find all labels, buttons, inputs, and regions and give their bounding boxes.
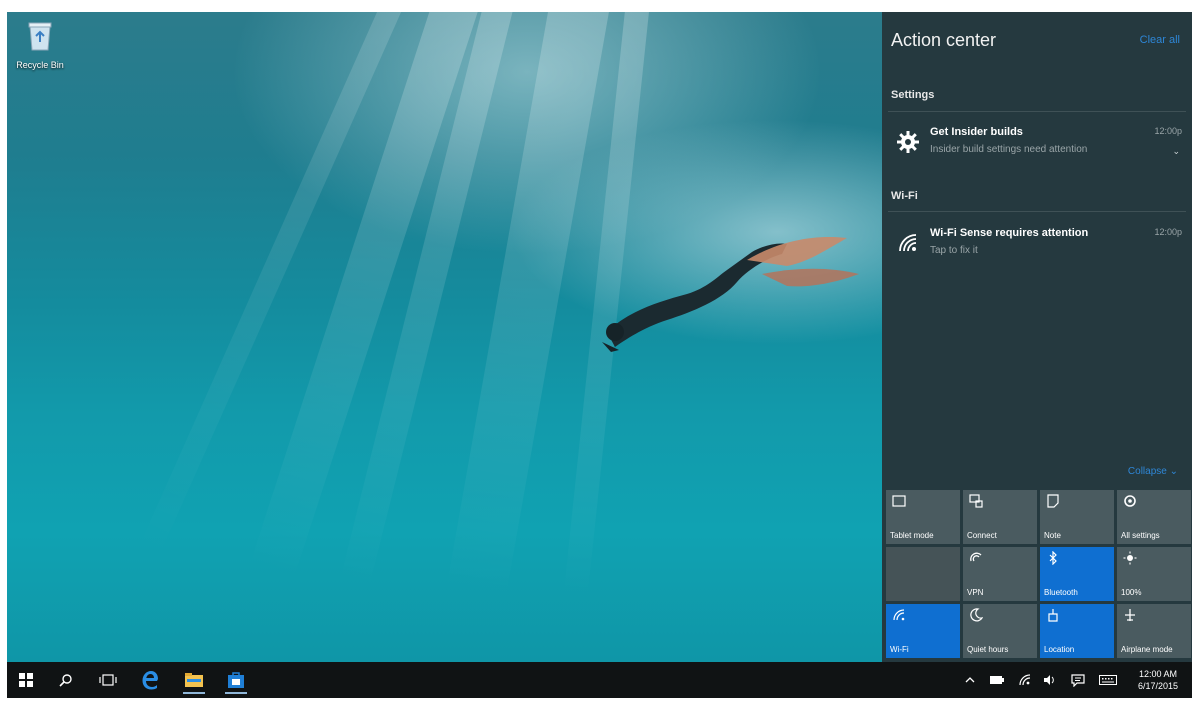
tile-label: Tablet mode [890,531,934,540]
volume-icon [1044,675,1054,685]
wifi-icon [893,609,905,621]
tile-label: 100% [1121,588,1142,597]
clock-time: 12:00 AM [1138,669,1177,679]
chevron-down-icon[interactable]: ⌄ [1172,146,1180,157]
location-icon [1048,609,1058,622]
vpn-icon [970,552,982,562]
brightness-icon [1123,551,1137,565]
touch-keyboard-button[interactable] [1097,671,1119,689]
note-icon [1047,494,1059,508]
tile-connect[interactable]: Connect [963,490,1037,544]
search-button[interactable] [51,666,81,694]
search-icon [59,674,72,687]
tile-label: All settings [1121,531,1160,540]
tile-label: Connect [967,531,997,540]
tile-tablet-mode[interactable]: Tablet mode [886,490,960,544]
tile-vpn[interactable]: VPN [963,547,1037,601]
airplane-icon [1125,609,1135,621]
notification-time: 12:00p [1154,227,1182,237]
battery-icon [990,676,1004,684]
connect-icon [969,494,983,508]
notification-time: 12:00p [1154,126,1182,136]
desktop-wallpaper[interactable] [7,12,883,698]
divider [888,211,1186,212]
recycle-bin-label: Recycle Bin [16,60,64,70]
divider [888,111,1186,112]
volume-button[interactable] [1041,671,1057,689]
start-icon [19,673,33,687]
tile-label: Quiet hours [967,645,1009,654]
tile-location[interactable]: Location [1040,604,1114,658]
tile-airplane-mode[interactable]: Airplane mode [1117,604,1191,658]
settings-icon [1124,495,1136,507]
chevron-up-icon [965,677,975,683]
store-icon [228,672,244,688]
notification-wifi-sense[interactable]: Wi-Fi Sense requires attention Tap to fi… [888,225,1186,271]
action-center-button[interactable] [1069,671,1087,689]
tile-label: VPN [967,588,984,597]
tile-label: Airplane mode [1121,645,1173,654]
tile-disabled [886,547,960,601]
action-center-icon [1071,673,1085,687]
tile-label: Wi-Fi [890,645,909,654]
screen: Recycle Bin Action center Clear all Sett… [7,12,1192,698]
tile-label: Location [1044,645,1075,654]
collapse-link[interactable]: Collapse ⌄ [1128,466,1178,477]
tile-all-settings[interactable]: All settings [1117,490,1191,544]
keyboard-icon [1099,675,1117,685]
quiet-hours-icon [970,608,983,622]
gear-icon [897,131,919,153]
battery-button[interactable] [989,671,1005,689]
group-header-settings[interactable]: Settings [891,89,934,101]
tile-quiet-hours[interactable]: Quiet hours [963,604,1037,658]
store-button[interactable] [221,666,251,694]
task-view-button[interactable] [93,666,123,694]
tile-bluetooth[interactable]: Bluetooth [1040,547,1114,601]
group-header-wifi[interactable]: Wi-Fi [891,190,918,202]
notification-insider-builds[interactable]: Get Insider builds Insider build setting… [888,124,1186,170]
recycle-bin[interactable]: Recycle Bin [13,20,67,70]
notification-title: Get Insider builds [930,126,1023,138]
taskbar-clock[interactable]: 12:00 AM 6/17/2015 [1138,668,1178,692]
file-explorer-button[interactable] [179,666,209,694]
notification-title: Wi-Fi Sense requires attention [930,227,1089,239]
edge-button[interactable] [135,666,165,694]
tile-label: Bluetooth [1044,588,1078,597]
clock-date: 6/17/2015 [1137,681,1178,691]
tablet-mode-icon [892,495,906,507]
diver-image [602,236,859,352]
recycle-bin-icon [28,22,52,51]
tile-note[interactable]: Note [1040,490,1114,544]
tile-wifi[interactable]: Wi-Fi [886,604,960,658]
edge-icon [142,671,158,690]
network-icon [1019,674,1031,686]
tile-label: Note [1044,531,1061,540]
quick-actions-grid: Tablet mode Connect Note All settings VP… [886,490,1191,660]
start-button[interactable] [11,666,41,694]
network-button[interactable] [1017,671,1033,689]
notification-body: Insider build settings need attention [930,144,1088,155]
wifi-icon [899,234,917,252]
task-view-icon [99,674,117,686]
tile-brightness[interactable]: 100% [1117,547,1191,601]
action-center-title: Action center [891,30,997,50]
bluetooth-icon [1049,551,1057,565]
taskbar: 12:00 AM 6/17/2015 [7,662,1192,698]
action-center-panel: Action center Clear all Settings Get Ins… [882,12,1192,662]
show-hidden-icons-button[interactable] [963,671,977,689]
notification-body: Tap to fix it [930,245,978,256]
file-explorer-icon [185,673,203,687]
clear-all-link[interactable]: Clear all [1140,34,1180,46]
